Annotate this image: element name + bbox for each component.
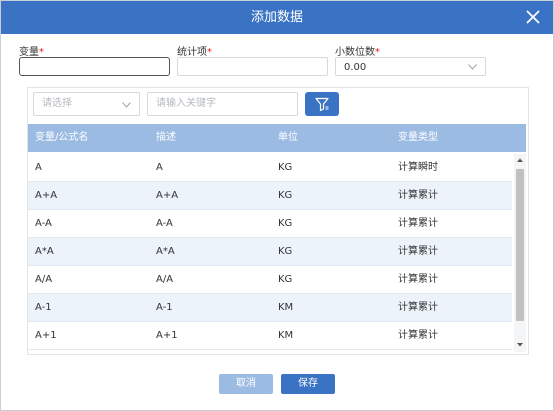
table-scrollbar[interactable] xyxy=(514,154,526,352)
scroll-down-icon[interactable] xyxy=(514,340,526,350)
cell-type: 计算累计 xyxy=(398,190,438,201)
cell-description: A*A xyxy=(156,246,175,257)
column-header-name: 变量/公式名 xyxy=(35,132,89,143)
column-header-type: 变量类型 xyxy=(398,132,438,143)
cell-unit: KG xyxy=(278,274,293,285)
scrollbar-thumb[interactable] xyxy=(516,169,524,321)
stat-item-input[interactable] xyxy=(177,57,328,76)
category-select-placeholder: 请选择 xyxy=(42,98,72,109)
cell-name: A-A xyxy=(35,218,52,229)
cell-unit: KG xyxy=(278,218,293,229)
table-row[interactable]: A-1 A-1 KM 计算累计 xyxy=(28,294,512,322)
cell-unit: KG xyxy=(278,246,293,257)
cell-type: 计算瞬时 xyxy=(398,162,438,173)
column-header-unit: 单位 xyxy=(278,132,298,143)
cell-name: A+A xyxy=(35,190,58,201)
cell-unit: KG xyxy=(278,190,293,201)
dialog-titlebar: 添加数据 xyxy=(1,1,553,34)
cell-unit: KM xyxy=(278,302,294,313)
cell-description: A xyxy=(156,162,163,173)
table-row[interactable]: A+1 A+1 KM 计算累计 xyxy=(28,322,512,350)
cell-name: A/A xyxy=(35,274,53,285)
cell-description: A-A xyxy=(156,218,173,229)
table-row[interactable]: A+A A+A KG 计算累计 xyxy=(28,182,512,210)
stat-item-label: 统计项* xyxy=(177,43,212,58)
variable-input[interactable] xyxy=(19,57,170,76)
cell-type: 计算累计 xyxy=(398,218,438,229)
filter-button[interactable] xyxy=(305,92,339,116)
table-header: 变量/公式名 描述 单位 变量类型 xyxy=(28,124,526,152)
cell-name: A-1 xyxy=(35,302,52,313)
cell-type: 计算累计 xyxy=(398,246,438,257)
column-header-description: 描述 xyxy=(156,132,176,143)
cell-name: A xyxy=(35,162,42,173)
chevron-down-icon xyxy=(468,64,477,70)
cell-description: A-1 xyxy=(156,302,173,313)
cell-description: A+A xyxy=(156,190,179,201)
cancel-button[interactable]: 取消 xyxy=(219,374,273,394)
table-row[interactable]: A*A A*A KG 计算累计 xyxy=(28,238,512,266)
category-select[interactable]: 请选择 xyxy=(33,92,140,116)
filter-icon xyxy=(315,97,329,112)
cell-type: 计算累计 xyxy=(398,274,438,285)
keyword-search-placeholder: 请输入关键字 xyxy=(156,98,216,109)
save-button[interactable]: 保存 xyxy=(281,374,335,394)
decimal-label: 小数位数* xyxy=(335,43,380,58)
dialog-title: 添加数据 xyxy=(250,10,303,25)
cell-type: 计算累计 xyxy=(398,330,438,341)
cell-unit: KM xyxy=(278,330,294,341)
cell-description: A+1 xyxy=(156,330,178,341)
cell-name: A*A xyxy=(35,246,54,257)
table-row[interactable]: A-A A-A KG 计算累计 xyxy=(28,210,512,238)
cell-description: A/A xyxy=(156,274,174,285)
cell-name: A+1 xyxy=(35,330,57,341)
scroll-up-icon[interactable] xyxy=(514,155,526,165)
keyword-search-input[interactable]: 请输入关键字 xyxy=(147,92,298,116)
decimal-select[interactable]: 0.00 xyxy=(335,57,486,76)
cell-unit: KG xyxy=(278,162,293,173)
decimal-select-value: 0.00 xyxy=(344,62,367,73)
cell-type: 计算累计 xyxy=(398,302,438,313)
table-row[interactable]: A/A A/A KG 计算累计 xyxy=(28,266,512,294)
variable-label: 变量* xyxy=(19,43,44,58)
close-icon[interactable] xyxy=(521,5,545,29)
table-row[interactable]: A A KG 计算瞬时 xyxy=(28,154,512,182)
chevron-down-icon xyxy=(122,102,131,108)
